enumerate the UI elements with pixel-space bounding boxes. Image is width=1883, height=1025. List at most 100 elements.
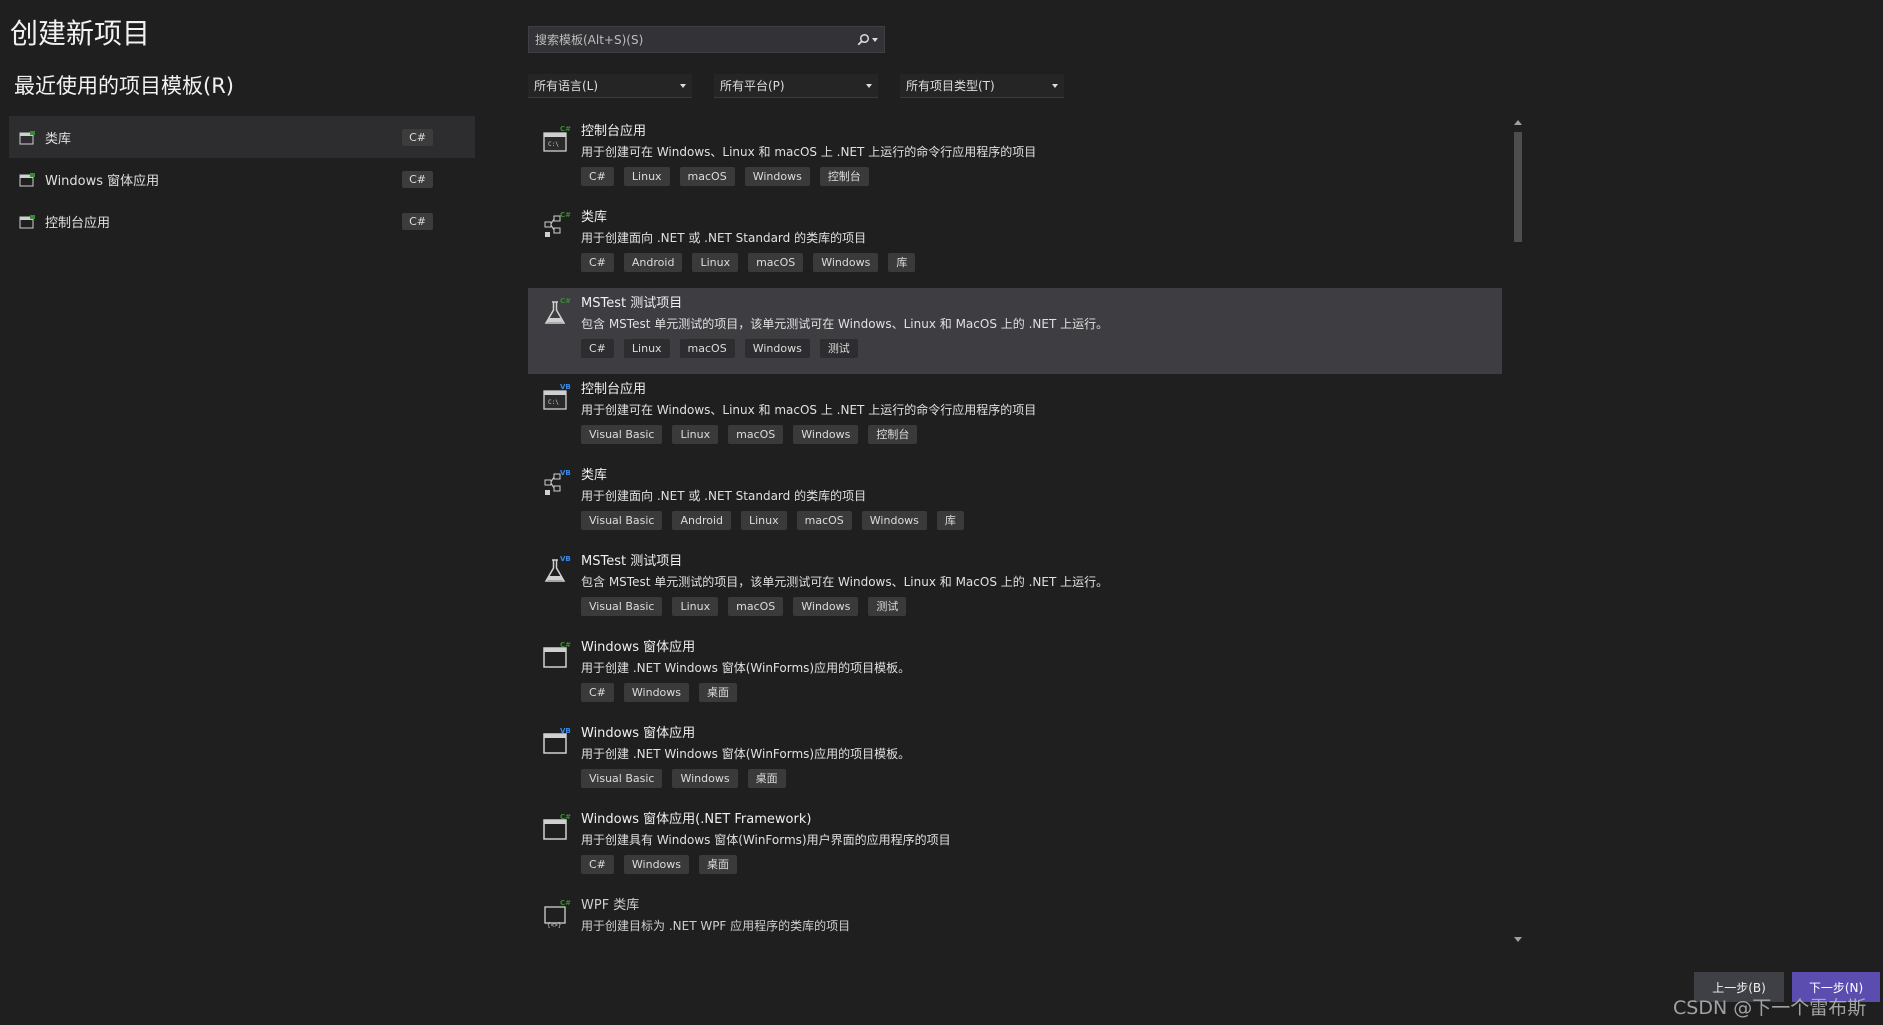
- tag-badge: C#: [581, 855, 614, 874]
- svg-text:C#: C#: [560, 641, 571, 649]
- template-item[interactable]: C:\ VB 控制台应用用于创建可在 Windows、Linux 和 macOS 上…: [528, 374, 1502, 460]
- recent-item-label: 控制台应用: [45, 215, 111, 231]
- class-library-icon: VB: [542, 468, 572, 498]
- template-tags: C# Linux macOS Windows 控制台: [581, 167, 1502, 186]
- language-tag: C#: [402, 128, 433, 146]
- tag-badge: 测试: [819, 339, 858, 358]
- template-description: 用于创建 .NET Windows 窗体(WinForms)应用的项目模板。: [581, 747, 911, 761]
- console-app-icon: C:\ C#: [542, 124, 572, 154]
- template-name: Windows 窗体应用: [581, 726, 696, 741]
- platform-filter[interactable]: 所有平台(P): [714, 74, 878, 98]
- project-type-filter-label: 所有项目类型(T): [906, 79, 995, 93]
- search-input[interactable]: [535, 32, 857, 47]
- template-item[interactable]: C# Windows 窗体应用(.NET Framework) 用于创建具有 Win…: [528, 804, 1502, 890]
- template-item[interactable]: VB MSTest 测试项目 包含 MSTest 单元测试的项目，该单元测试可在 W…: [528, 546, 1502, 632]
- template-item[interactable]: VB 类库 用于创建面向 .NET 或 .NET Standard 的类库的项目 Vi…: [528, 460, 1502, 546]
- tag-badge: macOS: [728, 425, 784, 444]
- template-item[interactable]: VB Windows 窗体应用用于创建 .NET Windows 窗体(WinFo…: [528, 718, 1502, 804]
- template-item[interactable]: C:\ C# 控制台应用 用于创建可在 Windows、Linux 和 macOS 上…: [528, 116, 1502, 202]
- template-name: 控制台应用: [581, 124, 647, 139]
- template-tags: C# Android Linux macOS Windows 库: [581, 253, 1502, 272]
- tag-badge: 库: [888, 253, 916, 272]
- language-filter[interactable]: 所有语言(L): [528, 74, 692, 98]
- tag-badge: Linux: [672, 425, 719, 444]
- template-name: MSTest 测试项目: [581, 554, 683, 569]
- tag-badge: Visual Basic: [581, 597, 663, 616]
- template-tags: C# Windows 桌面: [581, 855, 1502, 874]
- tag-badge: 桌面: [699, 683, 738, 702]
- tag-badge: Windows: [861, 511, 927, 530]
- console-app-icon: [19, 214, 35, 229]
- svg-text:C#: C#: [560, 211, 571, 219]
- search-box[interactable]: [528, 26, 885, 53]
- console-app-icon: C:\ VB: [542, 382, 572, 412]
- language-filter-label: 所有语言(L): [534, 79, 599, 93]
- windows-form-icon: C#: [542, 640, 572, 670]
- template-name: Windows 窗体应用(.NET Framework): [581, 812, 812, 827]
- chevron-down-icon: [866, 83, 872, 88]
- tag-badge: Windows: [623, 855, 690, 874]
- chevron-down-icon: [1052, 83, 1058, 88]
- tag-badge: Linux: [672, 597, 719, 616]
- windows-form-icon: C#: [542, 812, 572, 842]
- class-library-icon: [19, 130, 35, 145]
- project-type-filter[interactable]: 所有项目类型(T): [900, 74, 1064, 98]
- svg-text:C#: C#: [560, 125, 571, 133]
- windows-form-icon: [19, 172, 35, 187]
- platform-filter-label: 所有平台(P): [720, 79, 785, 93]
- template-tags: Visual Basic Linux macOS Windows 控制台: [581, 425, 1502, 444]
- chevron-down-icon: [872, 37, 878, 42]
- tag-badge: Windows: [744, 339, 810, 358]
- recent-item[interactable]: 类库 C#: [9, 116, 475, 158]
- svg-text:C#: C#: [560, 297, 571, 305]
- tag-badge: Linux: [623, 167, 670, 186]
- windows-form-icon: VB: [542, 726, 572, 756]
- template-tags: Visual Basic Windows 桌面: [581, 769, 1502, 788]
- tag-badge: macOS: [748, 253, 804, 272]
- tag-badge: Windows: [813, 253, 879, 272]
- svg-text:VB: VB: [560, 727, 571, 735]
- svg-text:C#: C#: [560, 899, 571, 907]
- svg-text:C:\: C:\: [548, 141, 559, 148]
- template-item[interactable]: C# MSTest 测试项目 包含 MSTest 单元测试的项目，该单元测试可在 W…: [528, 288, 1502, 374]
- tag-badge: Visual Basic: [581, 425, 663, 444]
- template-item[interactable]: C# Windows 窗体应用 用于创建 .NET Windows 窗体(WinFo…: [528, 632, 1502, 718]
- template-description: 用于创建面向 .NET 或 .NET Standard 的类库的项目: [581, 231, 867, 245]
- template-description: 用于创建可在 Windows、Linux 和 macOS 上 .NET 上运行的…: [581, 403, 1037, 417]
- svg-text:VB: VB: [560, 469, 571, 477]
- tag-badge: Linux: [741, 511, 787, 530]
- tag-badge: 桌面: [699, 855, 738, 874]
- page-title: 创建新项目: [10, 17, 151, 50]
- test-flask-icon: C#: [542, 296, 572, 326]
- chevron-down-icon: [680, 83, 686, 88]
- search-icon: [857, 33, 870, 46]
- template-list-scrollbar[interactable]: [1511, 116, 1525, 946]
- scrollbar-thumb[interactable]: [1514, 132, 1522, 242]
- template-name: 类库: [581, 468, 608, 483]
- filter-bar: 所有语言(L) 所有平台(P) 所有项目类型(T): [528, 74, 1064, 98]
- wpf-library-icon: {<>} C#: [542, 898, 572, 929]
- template-name: 控制台应用: [581, 382, 647, 397]
- svg-text:{<>}: {<>}: [547, 922, 561, 928]
- scroll-up-arrow-icon[interactable]: [1514, 120, 1522, 125]
- template-name: WPF 类库: [581, 898, 640, 913]
- scroll-down-arrow-icon[interactable]: [1514, 937, 1522, 942]
- template-description: 包含 MSTest 单元测试的项目，该单元测试可在 Windows、Linux …: [581, 575, 1109, 589]
- tag-badge: C#: [581, 339, 614, 358]
- tag-badge: macOS: [679, 339, 735, 358]
- template-description: 用于创建目标为 .NET WPF 应用程序的类库的项目: [581, 919, 851, 933]
- template-item[interactable]: C# 类库 用于创建面向 .NET 或 .NET Standard 的类库的项目 C#…: [528, 202, 1502, 288]
- tag-badge: macOS: [679, 167, 735, 186]
- tag-badge: 控制台: [819, 167, 869, 186]
- language-tag: C#: [402, 170, 433, 188]
- tag-badge: Windows: [623, 683, 690, 702]
- recent-item[interactable]: Windows 窗体应用 C#: [9, 158, 475, 200]
- tag-badge: C#: [581, 253, 614, 272]
- tag-badge: C#: [581, 167, 614, 186]
- tag-badge: 桌面: [747, 769, 786, 788]
- recent-item[interactable]: 控制台应用 C#: [9, 200, 475, 242]
- template-item[interactable]: {<>} C# WPF 类库用于创建目标为 .NET WPF 应用程序的类库的项目: [528, 890, 1502, 946]
- tag-badge: Windows: [744, 167, 810, 186]
- search-button[interactable]: [857, 33, 878, 46]
- recent-item-label: Windows 窗体应用: [45, 173, 160, 189]
